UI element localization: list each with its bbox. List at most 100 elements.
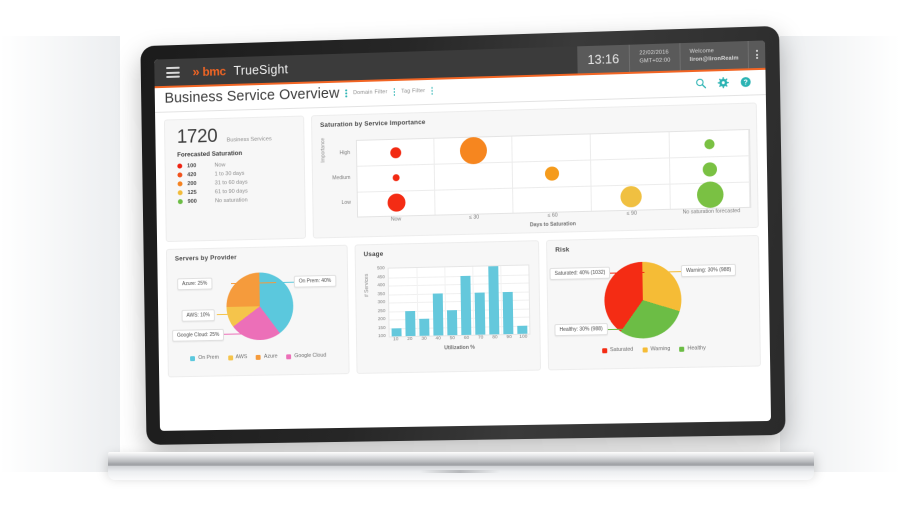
list-item-value: 125 bbox=[187, 189, 197, 196]
callout-saturated: Saturated: 40% (1032) bbox=[549, 266, 611, 281]
legend-label: Saturated bbox=[609, 346, 634, 354]
legend-item[interactable]: Azure bbox=[256, 354, 278, 360]
legend-item[interactable]: Google Cloud bbox=[286, 353, 326, 360]
legend-item[interactable]: Warning bbox=[642, 346, 670, 353]
x-tick: ≤ 30 bbox=[469, 214, 480, 221]
timezone-value: GMT+02:00 bbox=[639, 57, 671, 65]
tag-filter[interactable]: Tag Filter bbox=[401, 88, 425, 95]
y-tick: 400 bbox=[377, 282, 385, 288]
risk-card: Risk Saturated: 40% (1032) Warning: 30% … bbox=[546, 234, 761, 371]
search-icon[interactable] bbox=[695, 77, 706, 88]
dashboard-body: 1720 Business Services Forecasted Satura… bbox=[155, 95, 771, 378]
legend-item[interactable]: AWS bbox=[227, 354, 248, 361]
status-dot bbox=[177, 172, 183, 178]
bar-30[interactable] bbox=[418, 318, 430, 336]
status-dot bbox=[177, 163, 183, 169]
y-tick: 350 bbox=[377, 290, 386, 296]
user-name: liron@lironRealm bbox=[689, 54, 739, 63]
y-axis-title: Importance bbox=[320, 137, 327, 163]
list-item-label: Now bbox=[214, 161, 226, 169]
legend-item[interactable]: Saturated bbox=[601, 346, 634, 354]
business-services-label: Business Services bbox=[226, 136, 272, 144]
bar-100[interactable] bbox=[516, 325, 528, 334]
usage-card: Usage # Services 500 450 400 350 300 250 bbox=[354, 240, 542, 374]
legend-label: Healthy bbox=[687, 345, 706, 352]
background-right bbox=[780, 36, 900, 472]
y-tick: 500 bbox=[376, 265, 385, 271]
list-item-label: 1 to 30 days bbox=[214, 170, 245, 178]
list-item-value: 100 bbox=[187, 162, 197, 169]
user-account[interactable]: Welcome liron@lironRealm bbox=[679, 41, 749, 71]
page-header-actions: ? bbox=[695, 76, 755, 89]
legend-item[interactable]: On Prem bbox=[190, 355, 219, 361]
callout-on-prem: On Prem: 40% bbox=[293, 274, 337, 288]
laptop-screen: » bmc TrueSight 13:16 22/02/2016 GMT+02:… bbox=[154, 40, 772, 431]
legend-label: AWS bbox=[235, 354, 248, 361]
card-title: Usage bbox=[363, 250, 384, 259]
bar-70[interactable] bbox=[474, 291, 486, 335]
list-item-value: 420 bbox=[187, 171, 197, 178]
domain-filter-menu-icon[interactable] bbox=[393, 87, 396, 96]
background-left bbox=[0, 36, 120, 472]
product-name: TrueSight bbox=[233, 61, 289, 78]
x-tick: 80 bbox=[492, 335, 498, 341]
laptop-lid: » bmc TrueSight 13:16 22/02/2016 GMT+02:… bbox=[140, 25, 786, 445]
callout-azure: Azure: 25% bbox=[177, 277, 213, 291]
bar-40[interactable] bbox=[432, 292, 444, 336]
domain-filter[interactable]: Domain Filter bbox=[353, 89, 387, 96]
x-tick: Now bbox=[390, 216, 402, 223]
y-axis-tick-labels: High Medium Low bbox=[328, 140, 355, 216]
y-tick: 200 bbox=[377, 316, 386, 322]
saturation-by-service-importance-card: Saturation by Service Importance Importa… bbox=[311, 102, 759, 239]
list-item-label: 31 to 60 days bbox=[214, 179, 248, 186]
x-tick: No saturation forecasted bbox=[682, 208, 741, 216]
plot-grid bbox=[355, 128, 752, 218]
list-item-label: No saturation bbox=[214, 196, 248, 204]
callout-google-cloud: Google Cloud: 25% bbox=[172, 328, 225, 342]
gear-icon[interactable] bbox=[717, 76, 729, 88]
tag-filter-menu-icon[interactable] bbox=[431, 86, 434, 95]
bubble-chart: Importance High Medium Low Now ≤ 30 ≤ 60… bbox=[320, 121, 752, 236]
provider-pie-chart: Azure: 25% On Prem: 40% AWS: 10% Google … bbox=[167, 259, 348, 352]
y-tick: 250 bbox=[377, 307, 386, 313]
legend-item[interactable]: Healthy bbox=[679, 345, 706, 352]
x-tick: 10 bbox=[393, 337, 399, 343]
servers-by-provider-card: Servers by Provider Azure: 25% On Prem: … bbox=[165, 244, 350, 378]
x-axis-title: Utilization % bbox=[444, 344, 476, 352]
bar-10[interactable] bbox=[391, 327, 403, 337]
forecasted-saturation-list: 100 Now 420 1 to 30 days 200 31 to 60 da… bbox=[166, 158, 305, 206]
summary-count-line: 1720 Business Services bbox=[165, 117, 304, 149]
x-tick: 60 bbox=[463, 335, 470, 341]
y-tick: 300 bbox=[377, 299, 386, 305]
x-tick: 70 bbox=[477, 335, 484, 341]
hamburger-menu-icon[interactable] bbox=[166, 66, 180, 78]
business-services-count: 1720 bbox=[176, 125, 218, 148]
x-tick: ≤ 90 bbox=[626, 210, 637, 217]
bmc-wordmark: bmc bbox=[202, 63, 226, 79]
x-tick: 40 bbox=[435, 336, 441, 342]
risk-pie-chart: Saturated: 40% (1032) Warning: 30% (988)… bbox=[547, 249, 759, 344]
bar-20[interactable] bbox=[404, 310, 416, 337]
laptop-base-lip bbox=[108, 466, 814, 480]
bar-60[interactable] bbox=[460, 275, 472, 336]
laptop-base-notch bbox=[420, 470, 500, 473]
x-tick: ≤ 60 bbox=[547, 212, 558, 219]
bmc-logo[interactable]: » bmc bbox=[192, 64, 225, 79]
x-tick: 20 bbox=[407, 336, 413, 343]
dashboard-row-bottom: Servers by Provider Azure: 25% On Prem: … bbox=[165, 234, 761, 378]
business-services-summary-card: 1720 Business Services Forecasted Satura… bbox=[163, 115, 307, 243]
clock: 13:16 bbox=[587, 51, 620, 67]
callout-warning: Warning: 30% (988) bbox=[680, 263, 737, 278]
y-tick: Medium bbox=[332, 174, 351, 182]
list-item-label: 61 to 90 days bbox=[214, 188, 248, 195]
page-title-menu-icon[interactable] bbox=[345, 89, 348, 98]
appbar-right-group: 13:16 22/02/2016 GMT+02:00 Welcome liron… bbox=[577, 40, 766, 74]
bar-90[interactable] bbox=[502, 291, 514, 335]
bmc-chevron-icon: » bbox=[192, 64, 200, 80]
bar-80[interactable] bbox=[487, 266, 500, 335]
appbar-overflow-menu-icon[interactable] bbox=[747, 40, 766, 69]
bar-50[interactable] bbox=[446, 309, 458, 336]
legend-label: Google Cloud bbox=[294, 352, 327, 360]
plot-area bbox=[387, 264, 531, 338]
help-icon[interactable]: ? bbox=[740, 76, 751, 87]
